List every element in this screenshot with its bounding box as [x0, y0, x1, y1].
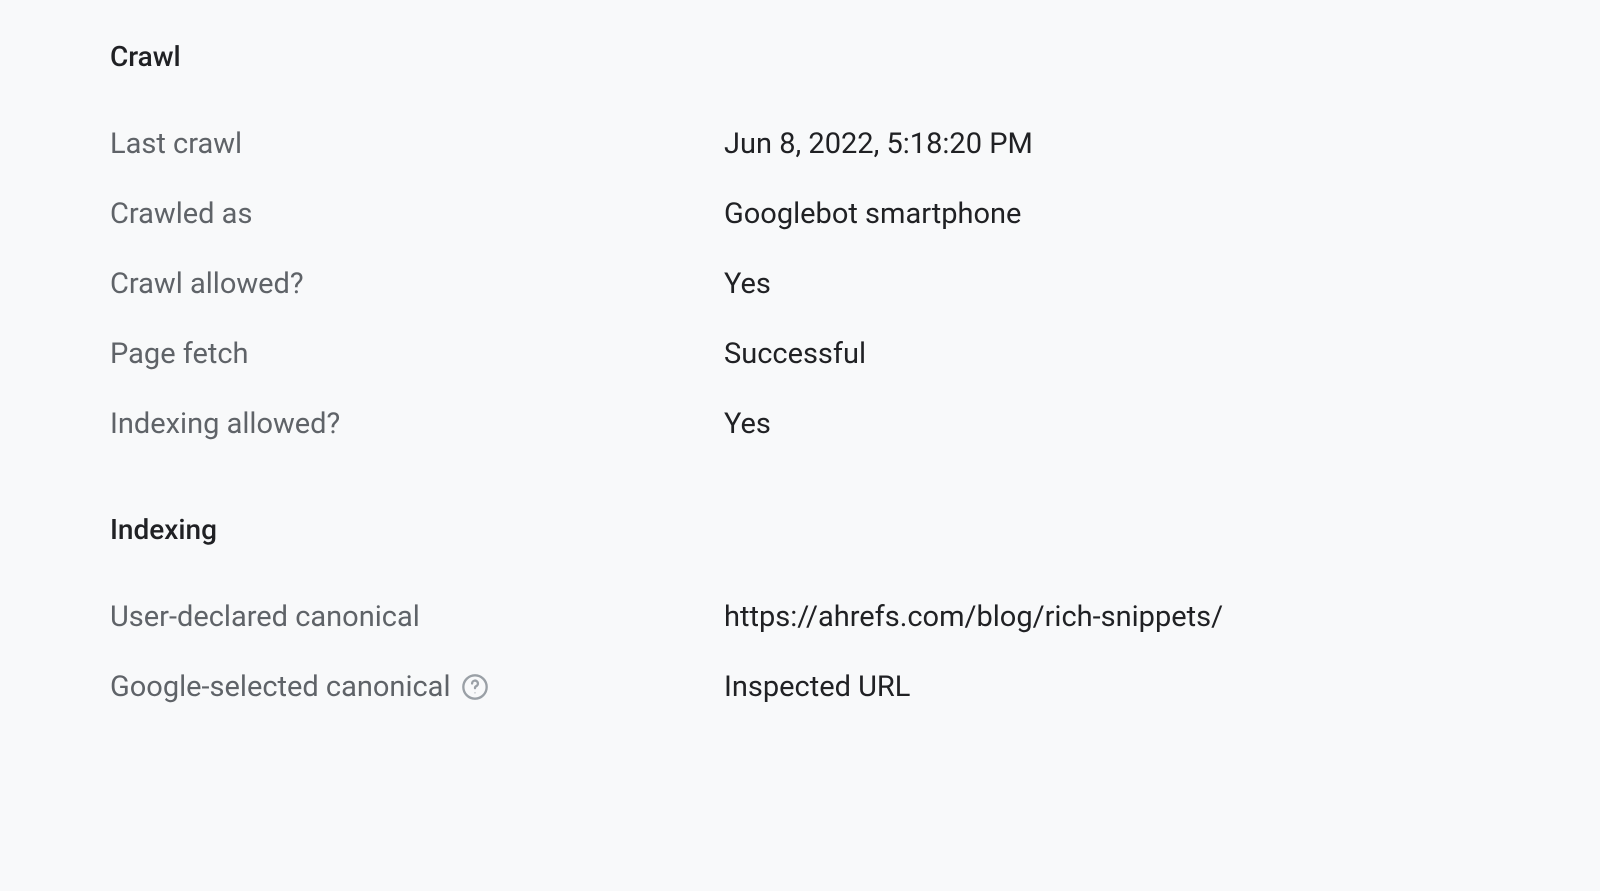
crawled-as-row: Crawled as Googlebot smartphone: [110, 197, 1490, 231]
indexing-allowed-row: Indexing allowed? Yes: [110, 407, 1490, 441]
crawled-as-value: Googlebot smartphone: [724, 197, 1021, 231]
indexing-allowed-label: Indexing allowed?: [110, 407, 724, 441]
crawl-allowed-label: Crawl allowed?: [110, 267, 724, 301]
google-canonical-row: Google-selected canonical Inspected URL: [110, 670, 1490, 704]
user-canonical-value: https://ahrefs.com/blog/rich-snippets/: [724, 600, 1223, 634]
last-crawl-row: Last crawl Jun 8, 2022, 5:18:20 PM: [110, 127, 1490, 161]
crawl-allowed-value: Yes: [724, 267, 771, 301]
crawl-heading: Crawl: [110, 40, 1490, 73]
help-icon[interactable]: [461, 673, 489, 701]
page-fetch-row: Page fetch Successful: [110, 337, 1490, 371]
indexing-heading: Indexing: [110, 513, 1490, 546]
page-fetch-label: Page fetch: [110, 337, 724, 371]
google-canonical-label: Google-selected canonical: [110, 670, 724, 704]
user-canonical-row: User-declared canonical https://ahrefs.c…: [110, 600, 1490, 634]
google-canonical-value: Inspected URL: [724, 670, 910, 704]
last-crawl-value: Jun 8, 2022, 5:18:20 PM: [724, 127, 1033, 161]
last-crawl-label: Last crawl: [110, 127, 724, 161]
crawled-as-label: Crawled as: [110, 197, 724, 231]
crawl-allowed-row: Crawl allowed? Yes: [110, 267, 1490, 301]
indexing-allowed-value: Yes: [724, 407, 771, 441]
page-fetch-value: Successful: [724, 337, 866, 371]
google-canonical-label-text: Google-selected canonical: [110, 670, 451, 704]
crawl-indexing-panel: Crawl Last crawl Jun 8, 2022, 5:18:20 PM…: [0, 0, 1600, 780]
user-canonical-label: User-declared canonical: [110, 600, 724, 634]
